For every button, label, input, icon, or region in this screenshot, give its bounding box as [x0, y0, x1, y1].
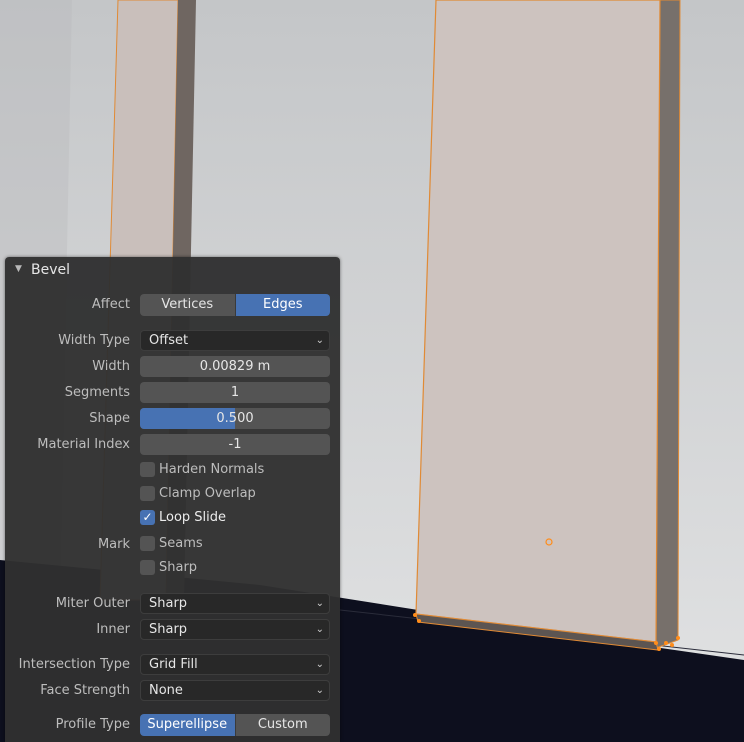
mark-sharp-checkbox[interactable] — [140, 560, 155, 575]
chevron-down-icon: ⌄ — [315, 659, 324, 670]
chevron-down-icon: ⌄ — [315, 685, 324, 696]
vertex — [417, 619, 421, 623]
affect-toggle[interactable]: Vertices Edges — [140, 294, 330, 316]
vertex — [676, 636, 680, 640]
width-row: Width 0.00829 m — [5, 356, 340, 378]
shape-label: Shape — [89, 411, 130, 426]
intersection-type-row: Intersection Type Grid Fill ⌄ — [5, 654, 340, 676]
affect-vertices-button[interactable]: Vertices — [140, 294, 235, 316]
inner-label: Inner — [96, 622, 130, 637]
face-strength-label: Face Strength — [40, 683, 130, 698]
vertex — [664, 641, 668, 645]
vertex — [413, 613, 417, 617]
mark-seams-label[interactable]: Seams — [159, 536, 203, 551]
panel-title: Bevel — [31, 262, 71, 278]
mark-label: Mark — [97, 537, 130, 552]
segments-field[interactable]: 1 — [140, 382, 330, 403]
loop-slide-label[interactable]: Loop Slide — [159, 510, 226, 525]
width-type-label: Width Type — [58, 333, 130, 348]
profile-type-label: Profile Type — [55, 717, 130, 732]
profile-type-row: Profile Type Superellipse Custom — [5, 714, 340, 736]
harden-normals-row: Harden Normals — [5, 460, 340, 482]
right-board — [413, 0, 681, 651]
affect-row: Affect Vertices Edges — [5, 294, 340, 316]
miter-outer-row: Miter Outer Sharp ⌄ — [5, 593, 340, 615]
panel-header[interactable]: ▼ Bevel — [5, 257, 340, 285]
inner-dropdown[interactable]: Sharp ⌄ — [140, 619, 330, 640]
mark-sharp-row: Sharp — [5, 558, 340, 580]
mark-seams-checkbox[interactable] — [140, 536, 155, 551]
face-strength-row: Face Strength None ⌄ — [5, 680, 340, 702]
shape-slider[interactable]: 0.500 — [140, 408, 330, 429]
chevron-down-icon: ⌄ — [315, 598, 324, 609]
shape-value: 0.500 — [216, 411, 254, 426]
collapse-triangle-icon[interactable]: ▼ — [15, 264, 22, 274]
vertex — [670, 643, 674, 647]
affect-label: Affect — [91, 297, 130, 312]
intersection-type-label: Intersection Type — [18, 657, 130, 672]
clamp-overlap-checkbox[interactable] — [140, 486, 155, 501]
bevel-operator-panel: ▼ Bevel Affect Vertices Edges Width Type… — [5, 257, 340, 742]
face-strength-dropdown[interactable]: None ⌄ — [140, 680, 330, 701]
inner-value: Sharp — [149, 622, 188, 637]
material-index-field[interactable]: -1 — [140, 434, 330, 455]
miter-outer-dropdown[interactable]: Sharp ⌄ — [140, 593, 330, 614]
mark-seams-row: Mark Seams — [5, 534, 340, 556]
intersection-type-value: Grid Fill — [149, 657, 198, 672]
right-board-face — [415, 0, 661, 643]
face-strength-value: None — [149, 683, 183, 698]
affect-edges-button[interactable]: Edges — [234, 294, 330, 316]
width-type-dropdown[interactable]: Offset ⌄ — [140, 330, 330, 351]
width-type-row: Width Type Offset ⌄ — [5, 330, 340, 352]
segments-label: Segments — [64, 385, 130, 400]
clamp-overlap-row: Clamp Overlap — [5, 484, 340, 506]
material-index-label: Material Index — [37, 437, 130, 452]
shape-row: Shape 0.500 — [5, 408, 340, 430]
harden-normals-checkbox[interactable] — [140, 462, 155, 477]
chevron-down-icon: ⌄ — [315, 335, 324, 346]
vertex — [657, 647, 661, 651]
checkmark-icon: ✓ — [142, 510, 153, 524]
inner-row: Inner Sharp ⌄ — [5, 619, 340, 641]
profile-superellipse-button[interactable]: Superellipse — [140, 714, 235, 736]
intersection-type-dropdown[interactable]: Grid Fill ⌄ — [140, 654, 330, 675]
material-index-row: Material Index -1 — [5, 434, 340, 456]
profile-custom-button[interactable]: Custom — [234, 714, 330, 736]
vertex — [654, 641, 658, 645]
segments-row: Segments 1 — [5, 382, 340, 404]
loop-slide-row: ✓ Loop Slide — [5, 508, 340, 530]
profile-type-toggle[interactable]: Superellipse Custom — [140, 714, 330, 736]
width-type-value: Offset — [149, 333, 189, 348]
width-field[interactable]: 0.00829 m — [140, 356, 330, 377]
mark-sharp-label[interactable]: Sharp — [159, 560, 197, 575]
miter-outer-value: Sharp — [149, 596, 188, 611]
width-label: Width — [92, 359, 130, 374]
miter-outer-label: Miter Outer — [55, 596, 130, 611]
harden-normals-label[interactable]: Harden Normals — [159, 462, 264, 477]
chevron-down-icon: ⌄ — [315, 624, 324, 635]
clamp-overlap-label[interactable]: Clamp Overlap — [159, 486, 256, 501]
loop-slide-checkbox[interactable]: ✓ — [140, 510, 155, 525]
